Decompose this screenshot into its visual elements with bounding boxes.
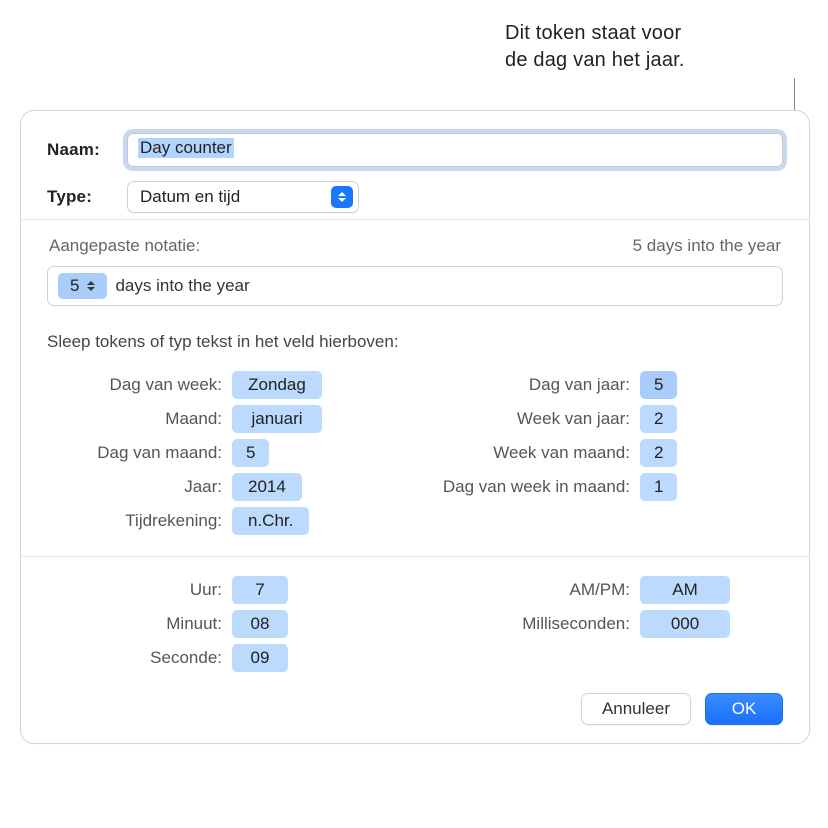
- token-day-of-year[interactable]: 5: [640, 371, 677, 399]
- token-value: 5: [70, 276, 79, 296]
- annotation-line-1: Dit token staat voor: [505, 22, 681, 44]
- token-week-of-year[interactable]: 2: [640, 405, 677, 433]
- time-tokens-grid: Uur: 7 Minuut: 08 Seconde: 09 AM/PM: AM: [47, 573, 783, 675]
- token-month[interactable]: januari: [232, 405, 322, 433]
- label-day-of-month: Dag van maand:: [47, 443, 222, 463]
- dialog-footer: Annuleer OK: [21, 681, 809, 725]
- annotation-line-2: de dag van het jaar.: [505, 49, 685, 71]
- label-ampm: AM/PM:: [430, 580, 630, 600]
- drag-tokens-hint: Sleep tokens of typ tekst in het veld hi…: [47, 332, 783, 352]
- custom-format-heading: Aangepaste notatie:: [49, 236, 200, 256]
- type-value: Datum en tijd: [128, 187, 331, 207]
- token-year[interactable]: 2014: [232, 473, 302, 501]
- label-day-of-week-in-month: Dag van week in maand:: [430, 477, 630, 497]
- name-input[interactable]: Day counter: [127, 133, 783, 167]
- chevron-up-down-icon: [331, 186, 353, 208]
- divider: [21, 219, 809, 220]
- label-year: Jaar:: [47, 477, 222, 497]
- token-ampm[interactable]: AM: [640, 576, 730, 604]
- label-week-of-year: Week van jaar:: [430, 409, 630, 429]
- label-minute: Minuut:: [47, 614, 222, 634]
- token-day-of-month[interactable]: 5: [232, 439, 269, 467]
- ok-button[interactable]: OK: [705, 693, 783, 725]
- token-week-of-month[interactable]: 2: [640, 439, 677, 467]
- label-milliseconds: Milliseconden:: [430, 614, 630, 634]
- custom-format-preview: 5 days into the year: [633, 236, 781, 256]
- name-label: Naam:: [47, 140, 127, 160]
- type-select[interactable]: Datum en tijd: [127, 181, 359, 213]
- label-day-of-week: Dag van week:: [47, 375, 222, 395]
- date-tokens-grid: Dag van week: Zondag Maand: januari Dag …: [47, 368, 783, 538]
- token-hour[interactable]: 7: [232, 576, 288, 604]
- token-minute[interactable]: 08: [232, 610, 288, 638]
- token-day-of-week[interactable]: Zondag: [232, 371, 322, 399]
- token-day-of-week-in-month[interactable]: 1: [640, 473, 677, 501]
- custom-format-suffix: days into the year: [115, 276, 249, 296]
- token-day-of-year-infield[interactable]: 5: [58, 273, 107, 299]
- type-label: Type:: [47, 187, 127, 207]
- format-editor-dialog: Naam: Day counter Type: Datum en tijd Aa…: [20, 110, 810, 744]
- label-week-of-month: Week van maand:: [430, 443, 630, 463]
- custom-format-field[interactable]: 5 days into the year: [47, 266, 783, 306]
- token-second[interactable]: 09: [232, 644, 288, 672]
- divider: [21, 556, 809, 557]
- label-hour: Uur:: [47, 580, 222, 600]
- token-milliseconds[interactable]: 000: [640, 610, 730, 638]
- label-second: Seconde:: [47, 648, 222, 668]
- label-era: Tijdrekening:: [47, 511, 222, 531]
- callout-annotation: Dit token staat voor de dag van het jaar…: [505, 20, 795, 74]
- label-month: Maand:: [47, 409, 222, 429]
- token-era[interactable]: n.Chr.: [232, 507, 309, 535]
- label-day-of-year: Dag van jaar:: [430, 375, 630, 395]
- name-value: Day counter: [138, 138, 234, 158]
- cancel-button[interactable]: Annuleer: [581, 693, 691, 725]
- chevron-up-down-icon: [87, 281, 95, 291]
